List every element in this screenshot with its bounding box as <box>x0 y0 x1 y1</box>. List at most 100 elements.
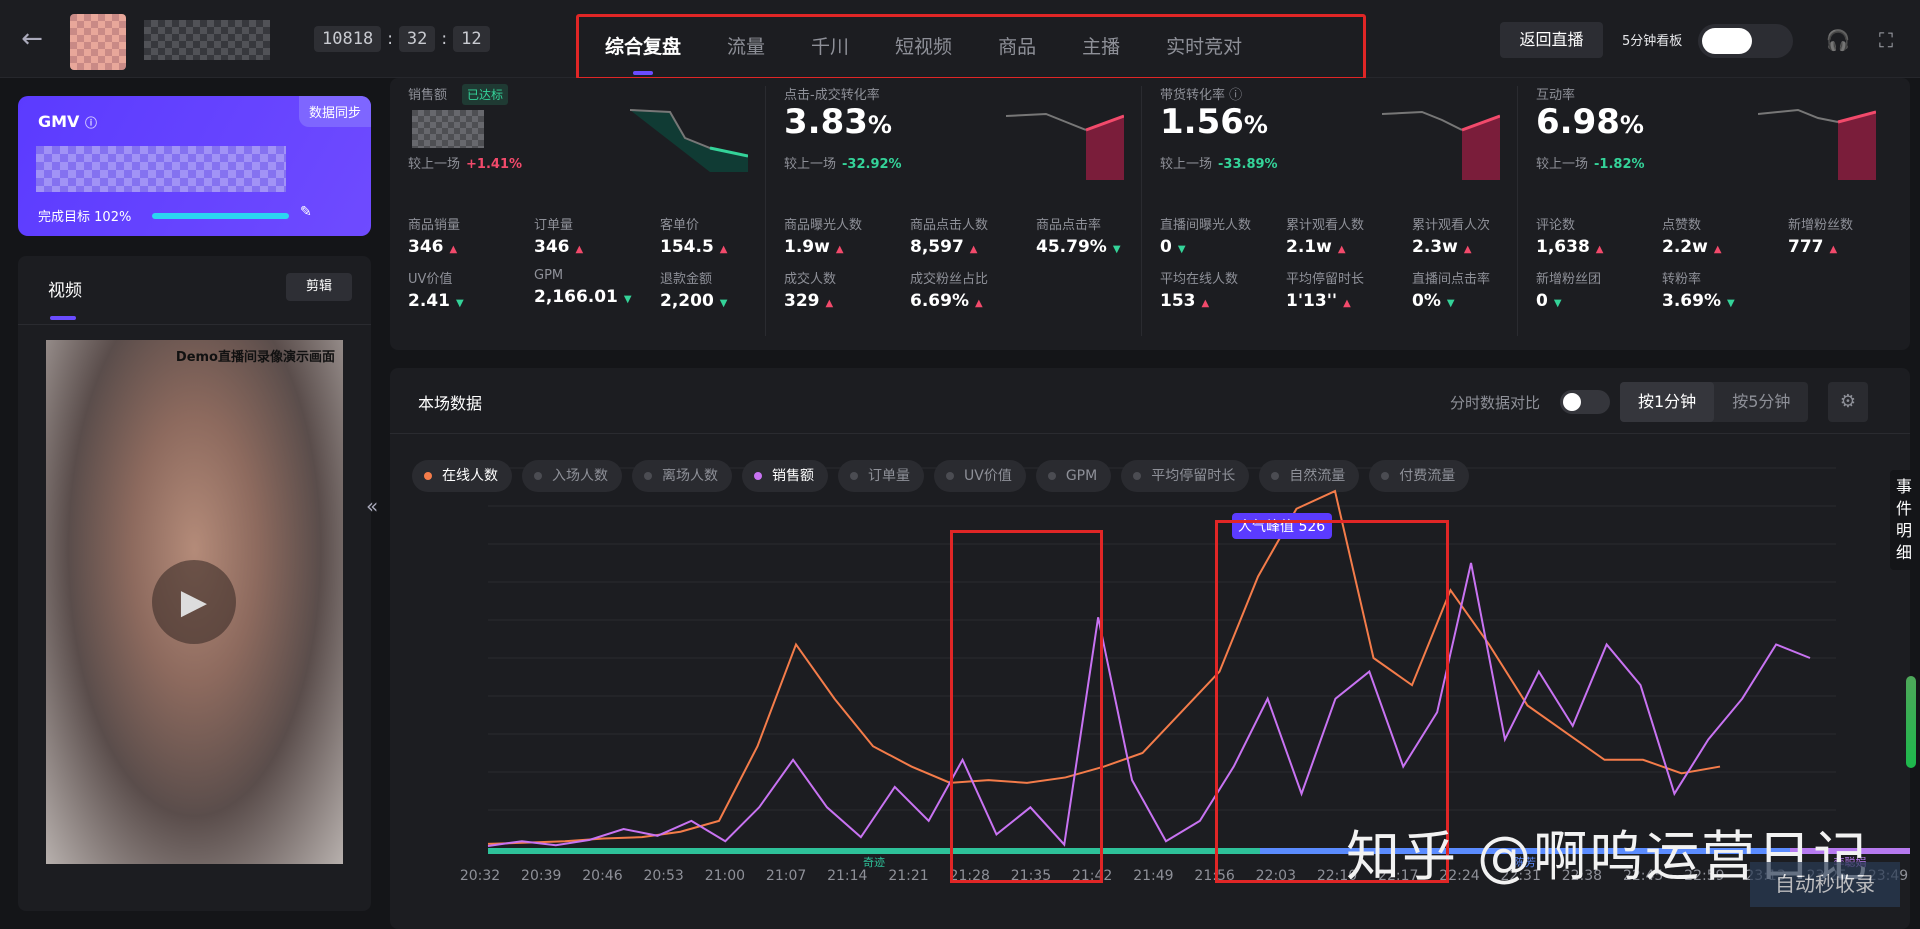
tab-qianchuan[interactable]: 千川 <box>811 27 849 67</box>
back-to-live-button[interactable]: 返回直播 <box>1500 22 1603 58</box>
collapse-sidebar-icon[interactable]: « <box>366 494 388 524</box>
timer-minutes: 32 <box>398 26 436 52</box>
sub-metric-label: 评论数 <box>1536 218 1576 233</box>
tab-anchor[interactable]: 主播 <box>1082 27 1120 67</box>
metric-label: 互动率 <box>1536 88 1576 103</box>
sub-metric-value: 346 ▲ <box>534 237 584 257</box>
sub-metric-value: 1.9w ▲ <box>784 237 844 257</box>
sub-metric-label: 平均在线人数 <box>1160 272 1239 287</box>
divider <box>390 433 1910 434</box>
back-arrow-icon[interactable]: ← <box>16 24 48 56</box>
sub-metric: 转粉率 3.69% ▼ <box>1662 268 1735 311</box>
trend-down-icon: ▼ <box>623 294 632 305</box>
sub-metric: 累计观看人次 2.3w ▲ <box>1412 214 1490 257</box>
x-tick-label: 21:00 <box>705 868 745 884</box>
sub-metric-label: 点赞数 <box>1662 218 1702 233</box>
metric-compare: 较上一场 -33.89% <box>1160 157 1278 172</box>
sub-metric-value: 2.3w ▲ <box>1412 237 1472 257</box>
sub-metric-label: 新增粉丝团 <box>1536 272 1602 287</box>
sub-metric: 商品曝光人数 1.9w ▲ <box>784 214 862 257</box>
sub-metric: GPM 2,166.01 ▼ <box>534 268 632 307</box>
sub-metric-value: 2,166.01 ▼ <box>534 287 632 307</box>
metric-value: 1.56% <box>1160 102 1268 142</box>
sub-metric: 平均停留时长 1'13'' ▲ <box>1286 268 1364 311</box>
sub-metric: 成交粉丝占比 6.69% ▲ <box>910 268 988 311</box>
video-player[interactable]: Demo直播间录像演示画面 ▶ <box>46 340 343 864</box>
granularity-1min[interactable]: 按1分钟 <box>1620 382 1715 422</box>
sub-metric-label: 累计观看人次 <box>1412 218 1491 233</box>
metric-compare: 较上一场 -1.82% <box>1536 157 1645 172</box>
five-minute-board-toggle[interactable] <box>1698 24 1793 58</box>
sparkline <box>1382 110 1500 180</box>
sub-metric-label: 退款金额 <box>660 272 713 287</box>
timer-separator: : <box>387 29 393 49</box>
sub-metric: UV价值 2.41 ▼ <box>408 268 464 311</box>
cut-button[interactable]: 剪辑 <box>286 273 352 301</box>
granularity-segment: 按1分钟 按5分钟 <box>1620 382 1809 422</box>
sub-metric-label: 客单价 <box>660 218 700 233</box>
sub-metric: 客单价 154.5 ▲ <box>660 214 727 257</box>
sub-metric: 商品点击率 45.79% ▼ <box>1036 214 1121 257</box>
main-tabs: 综合复盘 流量 千川 短视频 商品 主播 实时竞对 <box>576 14 1366 80</box>
x-tick-label: 21:14 <box>827 868 867 884</box>
sub-metric-label: 商品点击人数 <box>910 218 989 233</box>
sales-value-blurred <box>412 110 484 148</box>
event-detail-tab[interactable]: 事件明细 <box>1890 470 1918 570</box>
tab-products[interactable]: 商品 <box>998 27 1036 67</box>
x-tick-label: 20:32 <box>460 868 500 884</box>
help-icon: ⓘ <box>1229 88 1243 103</box>
timer-hours: 10818 <box>314 26 382 52</box>
trend-down-icon: ▼ <box>1177 244 1186 255</box>
sub-metric-label: 成交粉丝占比 <box>910 272 989 287</box>
metric-col-click-conversion: 点击-成交转化率 3.83% 较上一场 -32.92% 商品曝光人数 1.9w ▲ 商品… <box>766 78 1142 350</box>
trend-down-icon: ▼ <box>1553 298 1562 309</box>
tab-traffic[interactable]: 流量 <box>727 27 765 67</box>
sub-metric-label: 累计观看人数 <box>1286 218 1365 233</box>
metric-value: 3.83% <box>784 102 892 142</box>
sub-metric-value: 154.5 ▲ <box>660 237 728 257</box>
anchor-name-blurred <box>144 20 270 60</box>
sparkline <box>1006 112 1124 180</box>
sub-metric-label: 成交人数 <box>784 272 837 287</box>
metrics-panel: 销售额 已达标 较上一场 +1.41% 商品销量 346 ▲ 订单量 346 ▲ 客单价 154… <box>390 78 1910 350</box>
tab-short-video[interactable]: 短视频 <box>895 27 952 67</box>
sub-metric-value: 777 ▲ <box>1788 237 1838 257</box>
achieved-badge: 已达标 <box>462 84 509 105</box>
scrollbar[interactable] <box>1906 676 1916 768</box>
timer-seconds: 12 <box>453 26 490 52</box>
sub-metric-value: 0 ▼ <box>1536 291 1562 311</box>
gmv-title: GMV ⓘ <box>38 112 98 131</box>
trend-up-icon: ▲ <box>1343 298 1351 309</box>
trend-up-icon: ▲ <box>825 298 834 309</box>
headset-icon[interactable]: 🎧 <box>1824 26 1852 54</box>
video-caption: Demo直播间录像演示画面 <box>175 350 335 365</box>
sub-metric-value: 6.69% ▲ <box>910 291 983 311</box>
play-icon[interactable]: ▶ <box>152 560 236 644</box>
fullscreen-icon[interactable]: ⛶ <box>1872 26 1900 54</box>
trend-up-icon: ▲ <box>1829 244 1838 255</box>
timeshare-compare-toggle[interactable] <box>1560 390 1610 414</box>
sub-metric: 累计观看人数 2.1w ▲ <box>1286 214 1364 257</box>
sub-metric-label: 直播间曝光人数 <box>1160 218 1252 233</box>
trend-up-icon: ▲ <box>1713 244 1722 255</box>
metric-col-sales-conversion: 带货转化率 ⓘ 1.56% 较上一场 -33.89% 直播间曝光人数 0 ▼ 累计观看人… <box>1142 78 1518 350</box>
sub-metric-value: 346 ▲ <box>408 237 458 257</box>
tab-overview[interactable]: 综合复盘 <box>605 27 681 75</box>
sub-metric-value: 2.41 ▼ <box>408 291 464 311</box>
sub-metric-value: 1'13'' ▲ <box>1286 291 1351 311</box>
sub-metric: 商品点击人数 8,597 ▲ <box>910 214 988 257</box>
sub-metric-label: 转粉率 <box>1662 272 1702 287</box>
sub-metric-label: 商品点击率 <box>1036 218 1102 233</box>
trend-down-icon: ▼ <box>1112 244 1121 255</box>
sub-metric-label: 平均停留时长 <box>1286 272 1365 287</box>
gear-icon[interactable]: ⚙ <box>1828 382 1868 422</box>
granularity-5min[interactable]: 按5分钟 <box>1714 382 1808 422</box>
avatar <box>70 14 126 70</box>
data-sync-badge[interactable]: 数据同步 <box>298 96 371 127</box>
sub-metric-value: 1,638 ▲ <box>1536 237 1604 257</box>
tab-competitors[interactable]: 实时竞对 <box>1166 27 1242 67</box>
sub-metric: 退款金额 2,200 ▼ <box>660 268 727 311</box>
metric-label: 销售额 <box>408 88 448 103</box>
trend-up-icon: ▲ <box>974 298 983 309</box>
edit-icon[interactable]: ✎ <box>300 204 312 220</box>
